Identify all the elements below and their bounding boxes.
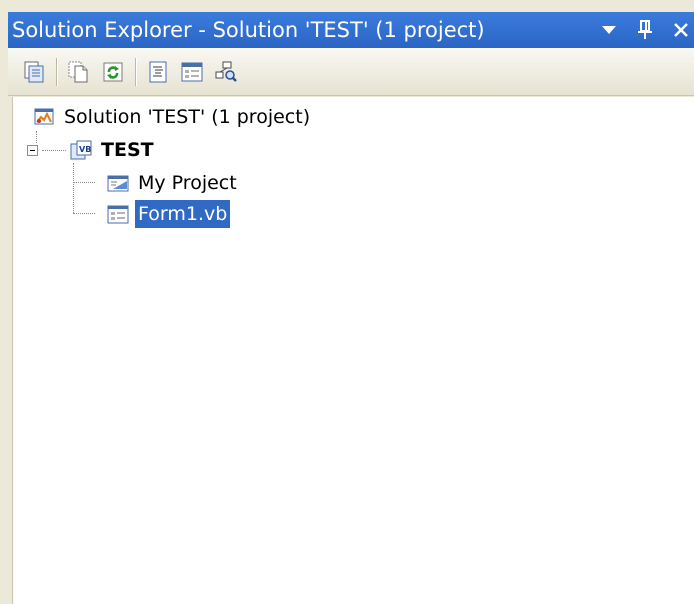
tree-connector xyxy=(73,182,95,183)
show-all-files-button[interactable] xyxy=(65,58,93,86)
title-controls xyxy=(598,12,694,48)
close-button[interactable] xyxy=(670,17,692,43)
auto-hide-pin-button[interactable] xyxy=(634,17,656,43)
tree-node-solution[interactable]: Solution 'TEST' (1 project) xyxy=(33,102,313,132)
tree-node-my-project[interactable]: My Project xyxy=(107,168,240,198)
view-code-button[interactable] xyxy=(144,58,172,86)
tree-node-label: TEST xyxy=(101,139,154,161)
close-icon xyxy=(674,23,688,37)
chevron-down-icon xyxy=(602,26,616,34)
toolbar-separator xyxy=(135,57,136,86)
view-class-diagram-button[interactable] xyxy=(212,58,240,86)
refresh-icon xyxy=(103,62,123,81)
view-designer-icon xyxy=(181,62,203,81)
solution-explorer-window: Solution Explorer - Solution 'TEST' (1 p… xyxy=(0,0,694,604)
view-code-icon xyxy=(149,61,167,82)
properties-icon xyxy=(24,61,44,82)
tree-node-label: Solution 'TEST' (1 project) xyxy=(64,106,311,128)
tree-node-label: My Project xyxy=(138,172,237,194)
solution-icon xyxy=(34,108,54,125)
svg-text:VB: VB xyxy=(79,145,91,154)
form-icon xyxy=(107,205,129,224)
solution-explorer-toolbar xyxy=(8,48,694,96)
tree-node-project[interactable]: VB TEST xyxy=(70,135,157,165)
solution-tree[interactable]: Solution 'TEST' (1 project) VB TEST My P… xyxy=(12,97,694,604)
class-diagram-icon xyxy=(215,61,237,82)
tree-connector xyxy=(73,163,74,213)
properties-button[interactable] xyxy=(20,58,48,86)
tree-connector xyxy=(73,213,95,214)
tree-node-label: Form1.vb xyxy=(135,200,231,228)
pin-icon xyxy=(638,20,652,39)
my-project-icon xyxy=(107,175,129,192)
tree-connector xyxy=(42,150,66,151)
tree-node-form1[interactable]: Form1.vb xyxy=(107,199,231,229)
collapse-toggle[interactable] xyxy=(27,145,38,156)
vb-project-icon: VB xyxy=(70,140,92,160)
window-title: Solution Explorer - Solution 'TEST' (1 p… xyxy=(12,18,485,42)
window-position-dropdown-button[interactable] xyxy=(598,17,620,43)
show-all-files-icon xyxy=(68,61,88,82)
title-bar[interactable]: Solution Explorer - Solution 'TEST' (1 p… xyxy=(8,12,694,48)
toolbar-separator xyxy=(56,57,57,86)
refresh-button[interactable] xyxy=(99,58,127,86)
tree-connector xyxy=(36,131,37,143)
view-designer-button[interactable] xyxy=(178,58,206,86)
